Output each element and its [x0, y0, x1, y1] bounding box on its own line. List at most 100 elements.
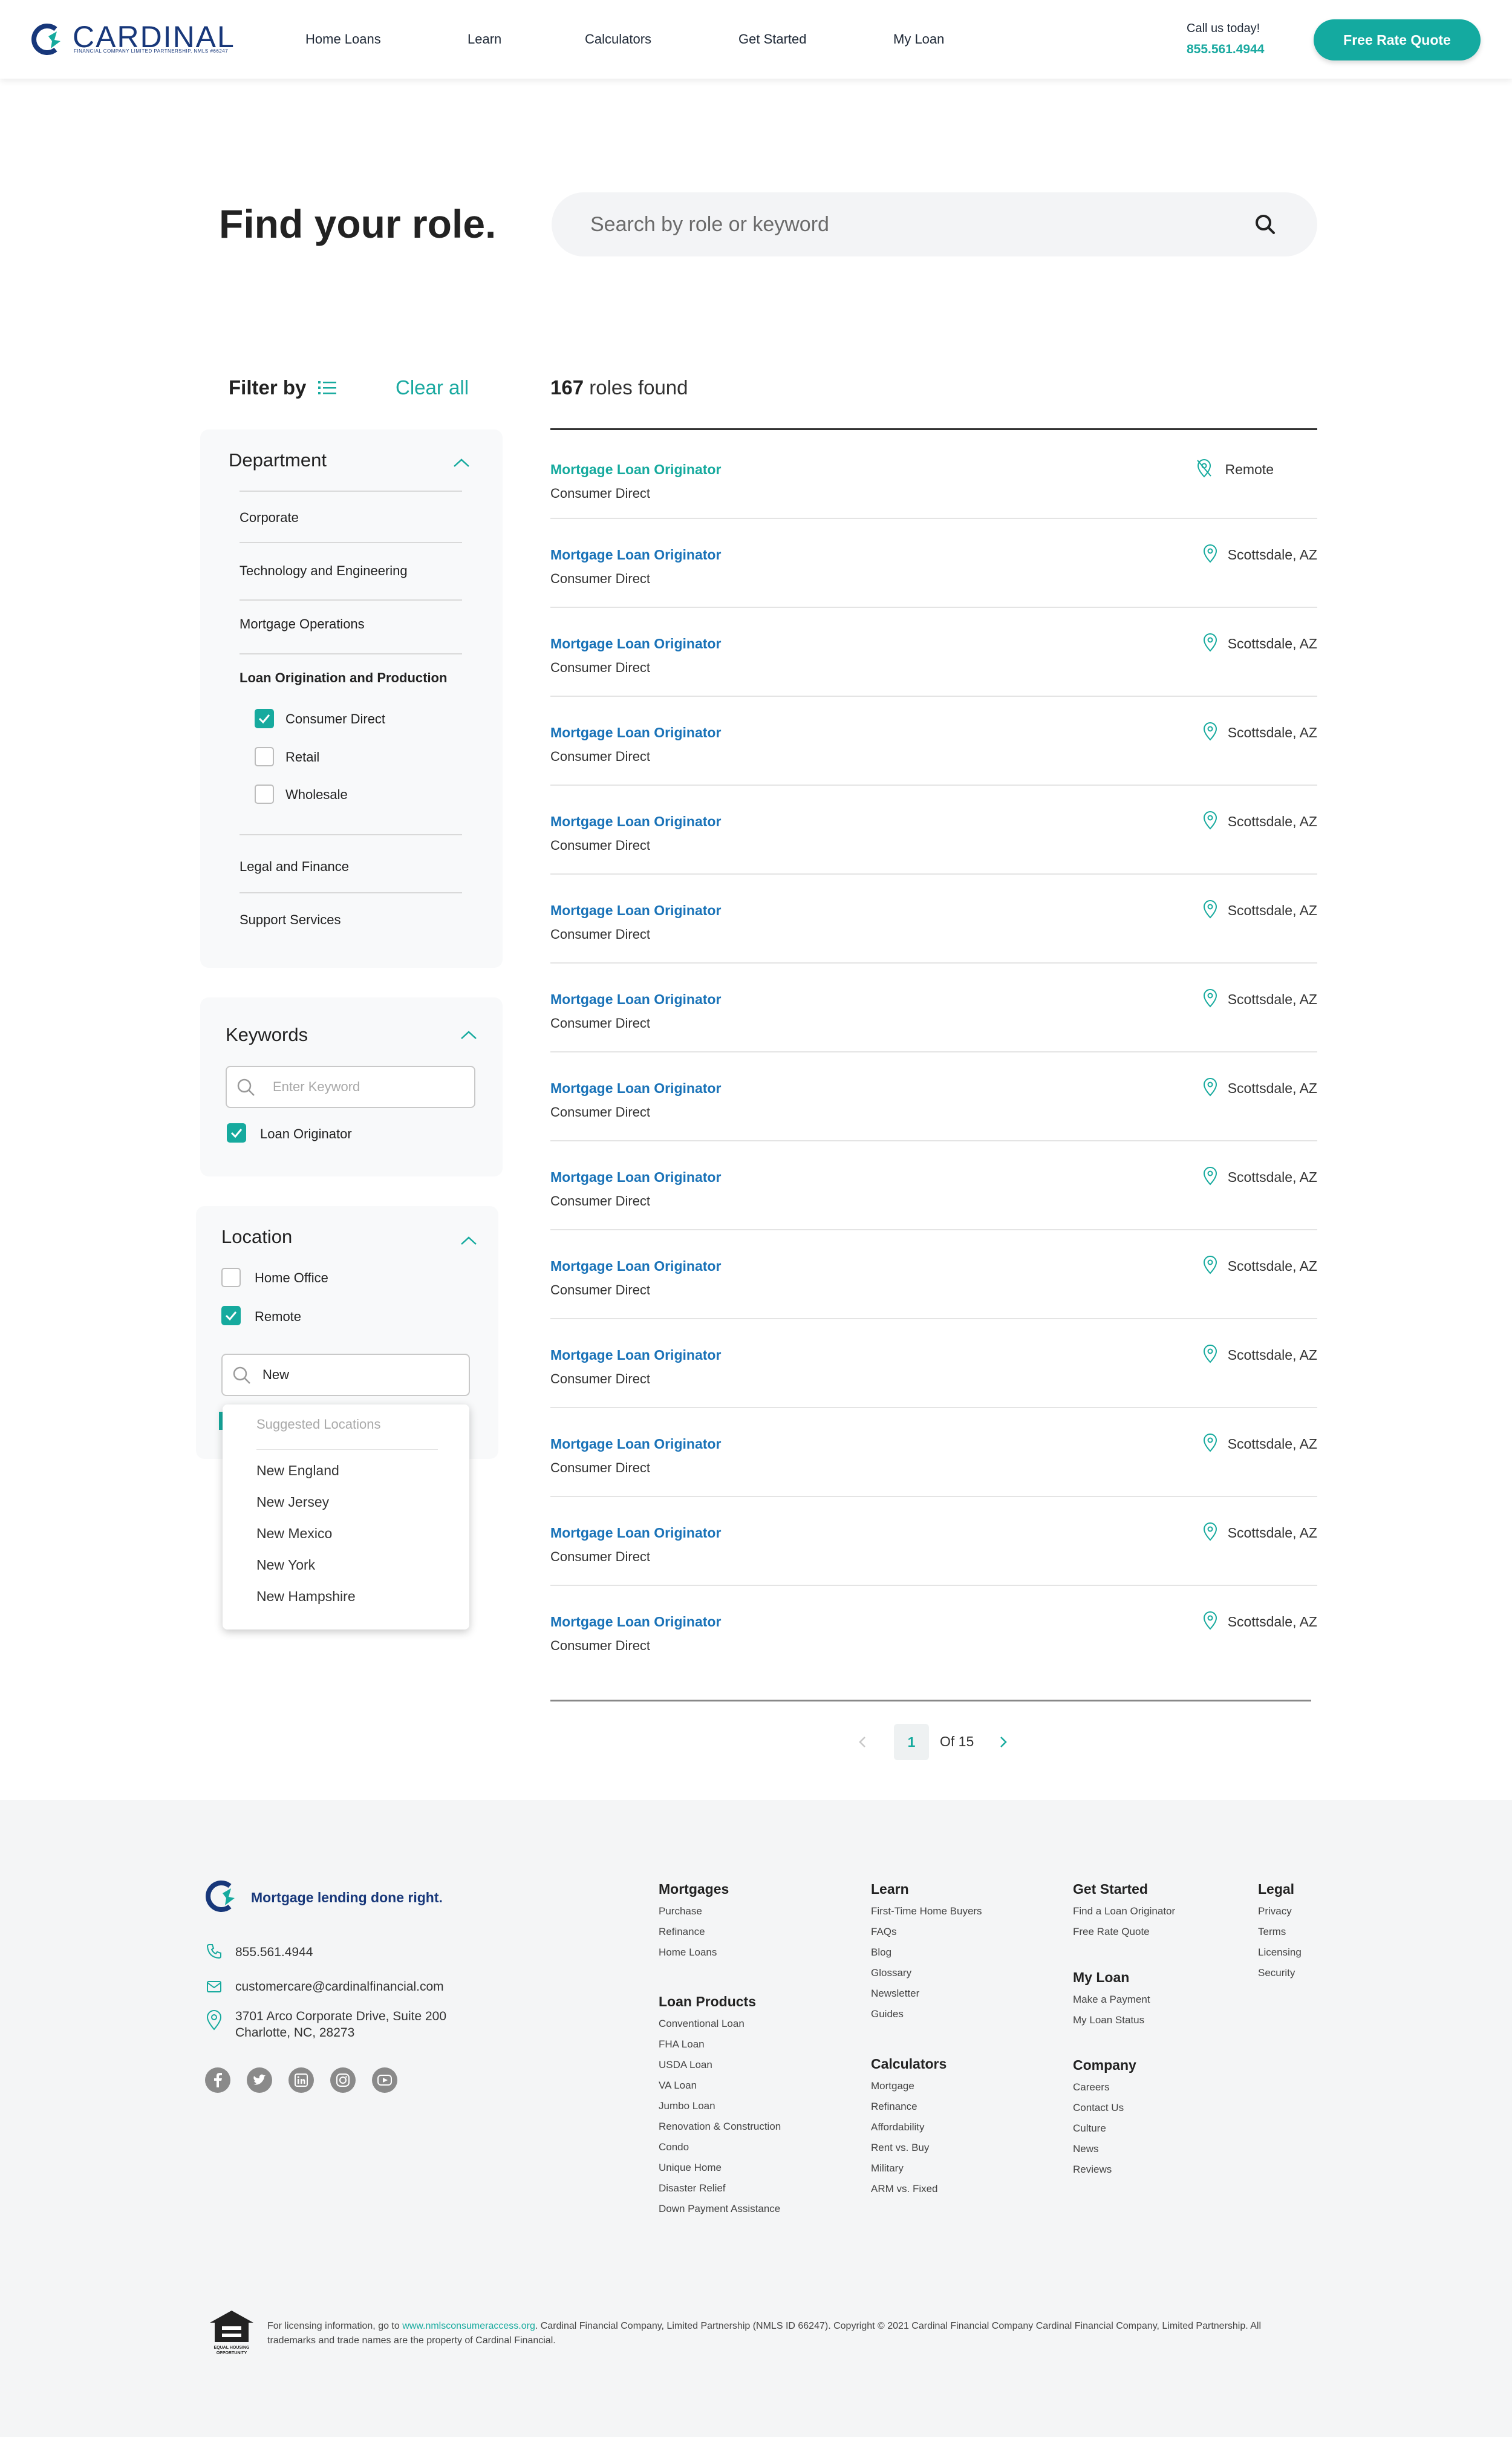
footer-link[interactable]: Conventional Loan — [659, 2018, 745, 2030]
job-title-link[interactable]: Mortgage Loan Originator — [550, 1258, 721, 1274]
footer-link[interactable]: Disaster Relief — [659, 2182, 726, 2194]
job-row[interactable]: Mortgage Loan Originator Consumer Direct S… — [550, 1586, 1317, 1675]
filter-list-icon[interactable] — [318, 380, 336, 396]
job-title-link[interactable]: Mortgage Loan Originator — [550, 902, 721, 919]
chevron-left-icon[interactable] — [856, 1724, 868, 1760]
search-icon[interactable] — [1253, 212, 1277, 237]
dept-legal-finance[interactable]: Legal and Finance — [240, 859, 349, 875]
footer-link[interactable]: USDA Loan — [659, 2059, 712, 2071]
suggestion-item[interactable]: New Mexico — [256, 1525, 332, 1542]
footer-link[interactable]: Condo — [659, 2141, 689, 2153]
facebook-icon[interactable] — [205, 2067, 230, 2093]
footer-link[interactable]: First-Time Home Buyers — [871, 1905, 982, 1917]
instagram-icon[interactable] — [330, 2067, 356, 2093]
footer-link[interactable]: Glossary — [871, 1967, 911, 1979]
nav-home-loans[interactable]: Home Loans — [305, 30, 381, 48]
footer-link[interactable]: Free Rate Quote — [1073, 1926, 1150, 1938]
keyword-field[interactable] — [226, 1066, 475, 1108]
dept-technology-engineering[interactable]: Technology and Engineering — [240, 563, 408, 579]
cardinal-logo[interactable]: CARDINAL FINANCIAL COMPANY LIMITED PARTN… — [30, 22, 234, 57]
job-row[interactable]: Mortgage Loan Originator Consumer Direct S… — [550, 1319, 1317, 1408]
checkbox-loan-originator[interactable] — [227, 1123, 246, 1143]
job-row[interactable]: Mortgage Loan Originator Consumer Direct S… — [550, 786, 1317, 875]
dept-mortgage-operations[interactable]: Mortgage Operations — [240, 616, 365, 632]
linkedin-icon[interactable] — [288, 2067, 314, 2093]
footer-link[interactable]: Culture — [1073, 2122, 1106, 2135]
job-row[interactable]: Mortgage Loan Originator Consumer Direct S… — [550, 964, 1317, 1052]
call-phone-link[interactable]: 855.561.4944 — [1187, 42, 1264, 57]
job-title-link[interactable]: Mortgage Loan Originator — [550, 991, 721, 1008]
footer-link[interactable]: Mortgage — [871, 2080, 914, 2092]
footer-link[interactable]: Security — [1258, 1967, 1295, 1979]
footer-link[interactable]: Newsletter — [871, 1988, 919, 2000]
footer-link[interactable]: Blog — [871, 1946, 891, 1959]
nav-calculators[interactable]: Calculators — [585, 30, 651, 48]
job-row[interactable]: Mortgage Loan Originator Consumer Direct S… — [550, 875, 1317, 964]
footer-link[interactable]: Privacy — [1258, 1905, 1292, 1917]
footer-link[interactable]: Contact Us — [1073, 2102, 1124, 2114]
job-row[interactable]: Mortgage Loan Originator Consumer Direct S… — [550, 519, 1317, 608]
footer-link[interactable]: Affordability — [871, 2121, 925, 2133]
suggestion-item[interactable]: New Jersey — [256, 1494, 329, 1510]
footer-link[interactable]: My Loan Status — [1073, 2014, 1144, 2026]
footer-link[interactable]: Make a Payment — [1073, 1994, 1150, 2006]
job-title-link[interactable]: Mortgage Loan Originator — [550, 1525, 721, 1541]
footer-link[interactable]: FHA Loan — [659, 2038, 705, 2050]
checkbox-wholesale[interactable] — [255, 785, 274, 804]
nmls-link[interactable]: www.nmlsconsumeraccess.org — [402, 2321, 535, 2331]
cardinal-logo-icon[interactable] — [204, 1879, 240, 1914]
location-input[interactable] — [262, 1355, 462, 1395]
dept-corporate[interactable]: Corporate — [240, 510, 299, 526]
footer-phone-link[interactable]: 855.561.4944 — [235, 1945, 313, 1960]
dept-support-services[interactable]: Support Services — [240, 912, 341, 928]
checkbox-remote[interactable] — [221, 1306, 241, 1325]
footer-link[interactable]: Terms — [1258, 1926, 1286, 1938]
job-title-link[interactable]: Mortgage Loan Originator — [550, 725, 721, 741]
page-current[interactable]: 1 — [894, 1724, 929, 1760]
suggestion-item[interactable]: New Hampshire — [256, 1588, 356, 1605]
footer-link[interactable]: Licensing — [1258, 1946, 1302, 1959]
footer-link[interactable]: Find a Loan Originator — [1073, 1905, 1175, 1917]
job-row[interactable]: Mortgage Loan Originator Consumer Direct S… — [550, 1052, 1317, 1141]
job-title-link[interactable]: Mortgage Loan Originator — [550, 1169, 721, 1186]
keyword-input[interactable] — [273, 1067, 466, 1107]
checkbox-home-office[interactable] — [221, 1268, 241, 1287]
footer-link[interactable]: Purchase — [659, 1905, 702, 1917]
footer-email-link[interactable]: customercare@cardinalfinancial.com — [235, 1980, 444, 1994]
suggestion-item[interactable]: New England — [256, 1463, 339, 1479]
chevron-up-icon[interactable] — [460, 1235, 478, 1246]
job-row[interactable]: Mortgage Loan Originator Consumer Direct S… — [550, 608, 1317, 697]
footer-link[interactable]: Refinance — [871, 2101, 917, 2113]
job-row[interactable]: Mortgage Loan Originator Consumer Direct S… — [550, 1408, 1317, 1497]
free-rate-quote-button[interactable]: Free Rate Quote — [1314, 19, 1481, 60]
youtube-icon[interactable] — [372, 2067, 397, 2093]
job-title-link[interactable]: Mortgage Loan Originator — [550, 636, 721, 652]
suggestion-item[interactable]: New York — [256, 1557, 315, 1573]
location-field[interactable] — [221, 1354, 470, 1396]
footer-link[interactable]: Rent vs. Buy — [871, 2142, 929, 2154]
footer-link[interactable]: News — [1073, 2143, 1099, 2155]
footer-link[interactable]: Renovation & Construction — [659, 2121, 781, 2133]
chevron-up-icon[interactable] — [452, 457, 471, 468]
job-row[interactable]: Mortgage Loan Originator Consumer Direct R… — [550, 430, 1317, 519]
footer-link[interactable]: Military — [871, 2162, 904, 2174]
checkbox-consumer-direct[interactable] — [255, 709, 274, 728]
job-title-link[interactable]: Mortgage Loan Originator — [550, 1614, 721, 1630]
footer-link[interactable]: Refinance — [659, 1926, 705, 1938]
job-title-link[interactable]: Mortgage Loan Originator — [550, 462, 721, 478]
chevron-right-icon[interactable] — [997, 1724, 1009, 1760]
footer-link[interactable]: Careers — [1073, 2081, 1109, 2093]
nav-get-started[interactable]: Get Started — [738, 30, 807, 48]
clear-all-link[interactable]: Clear all — [396, 376, 469, 399]
footer-link[interactable]: Jumbo Loan — [659, 2100, 715, 2112]
job-title-link[interactable]: Mortgage Loan Originator — [550, 1347, 721, 1363]
footer-link[interactable]: Down Payment Assistance — [659, 2203, 780, 2215]
job-title-link[interactable]: Mortgage Loan Originator — [550, 814, 721, 830]
job-row[interactable]: Mortgage Loan Originator Consumer Direct S… — [550, 1497, 1317, 1586]
job-title-link[interactable]: Mortgage Loan Originator — [550, 1080, 721, 1097]
nav-learn[interactable]: Learn — [468, 30, 501, 48]
footer-link[interactable]: Guides — [871, 2008, 904, 2020]
role-search-input[interactable] — [590, 192, 1243, 256]
footer-link[interactable]: VA Loan — [659, 2080, 697, 2092]
job-row[interactable]: Mortgage Loan Originator Consumer Direct S… — [550, 697, 1317, 786]
